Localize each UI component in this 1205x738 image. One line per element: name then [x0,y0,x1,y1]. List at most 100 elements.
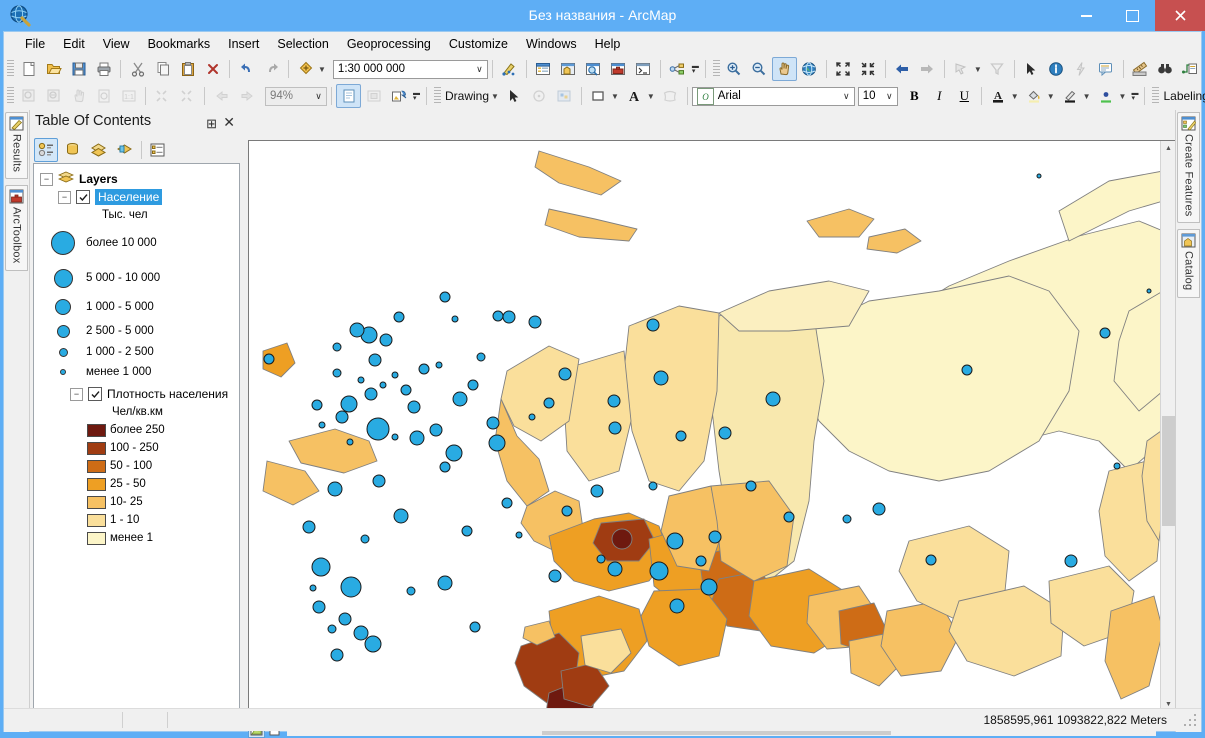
save-icon[interactable] [66,57,91,81]
resize-grip[interactable] [1183,714,1197,728]
collapse-icon[interactable]: − [40,172,53,186]
zoom-100-icon[interactable]: 1:1 [116,84,141,108]
pan-icon[interactable] [771,57,797,81]
model-builder-icon[interactable] [665,57,690,81]
menu-view[interactable]: View [94,34,139,54]
toc-options-button[interactable] [145,138,169,162]
zoom-out-icon[interactable] [747,57,772,81]
go-forward-icon[interactable] [915,57,940,81]
pin-icon[interactable]: ⊞ [206,116,217,132]
list-by-source-button[interactable] [60,138,84,162]
menu-customize[interactable]: Customize [440,34,517,54]
toolbar-grip[interactable] [712,60,720,78]
delete-icon[interactable] [200,57,225,81]
cut-icon[interactable] [125,57,150,81]
map-scale-combo[interactable]: 1:30 000 000 ∨ [332,59,488,79]
fill-color-dropdown-caret[interactable]: ▼ [1047,92,1055,101]
menu-windows[interactable]: Windows [517,34,586,54]
zoom-percent-combo[interactable]: 94% ∨ [265,86,327,106]
menu-help[interactable]: Help [586,34,630,54]
measure-icon[interactable] [1128,57,1153,81]
layer-name-naselenie[interactable]: Население [95,189,163,205]
full-extent-icon[interactable] [797,57,822,81]
list-by-selection-button[interactable] [112,138,136,162]
rotate-icon[interactable] [527,84,552,108]
layer-visibility-checkbox[interactable] [76,190,90,204]
italic-button[interactable]: I [927,84,952,108]
find-route-icon[interactable] [1178,57,1203,81]
new-rectangle-dropdown-caret[interactable]: ▼ [611,92,619,101]
fixed-zoom-out-icon[interactable] [856,57,881,81]
map-data-frame[interactable]: ▲ ▼ [248,140,1177,713]
scroll-up-icon[interactable]: ▲ [1161,141,1176,156]
python-window-icon[interactable] [631,57,656,81]
toggle-draft-mode-icon[interactable] [336,84,361,108]
tab-create-features[interactable]: Create Features [1177,112,1200,224]
maximize-button[interactable] [1109,0,1155,31]
zoom-in-icon[interactable] [722,57,747,81]
list-by-drawing-order-button[interactable] [34,138,58,162]
menu-geoprocessing[interactable]: Geoprocessing [338,34,440,54]
go-back-icon[interactable] [890,57,915,81]
collapse-icon[interactable]: − [58,190,71,204]
drawing-dropdown-caret[interactable]: ▼ [491,92,499,101]
go-back-layout-icon[interactable] [209,84,234,108]
pan-layout-icon[interactable] [66,84,91,108]
copy-icon[interactable] [150,57,175,81]
identify-icon[interactable] [1044,57,1069,81]
zoom-out-layout-icon[interactable] [41,84,66,108]
new-text-dropdown-caret[interactable]: ▼ [647,92,655,101]
fill-color-icon[interactable] [1022,84,1047,108]
map-vertical-scrollbar[interactable]: ▲ ▼ [1160,141,1176,712]
layer-name-plotnost[interactable]: Плотность населения [107,387,228,401]
close-icon[interactable]: ✕ [223,114,235,131]
tree-root-layers[interactable]: − Layers [40,170,239,188]
arctoolbox-icon[interactable] [606,57,631,81]
bold-button[interactable]: B [902,84,927,108]
redo-icon[interactable] [259,57,284,81]
hyperlink-icon[interactable] [1069,57,1094,81]
edit-vertices-icon[interactable] [552,84,577,108]
toolbar-overflow-button[interactable]: ▬ ▾ [690,58,701,80]
vertical-scroll-thumb[interactable] [1162,416,1175,526]
font-family-combo[interactable]: O Arial ∨ [691,86,855,106]
select-features-icon[interactable] [949,57,974,81]
underline-button[interactable]: U [952,84,977,108]
toolbar-grip[interactable] [1152,87,1160,105]
tab-arctoolbox[interactable]: ArcToolbox [5,185,28,271]
layer-visibility-checkbox[interactable] [88,387,102,401]
toolbar-grip[interactable] [7,87,14,105]
zoom-whole-page-icon[interactable] [91,84,116,108]
fixed-zoom-out-layout-icon[interactable] [175,84,200,108]
go-forward-layout-icon[interactable] [234,84,259,108]
focus-data-frame-icon[interactable] [361,84,386,108]
fixed-zoom-in-icon[interactable] [831,57,856,81]
new-document-icon[interactable] [16,57,41,81]
layer-item-naselenie[interactable]: − Население [40,188,239,206]
toc-tree-container[interactable]: − Layers − Население Тыс. чел более 10 0… [33,163,240,728]
chevron-down-icon[interactable]: ∨ [882,91,897,102]
add-data-icon[interactable] [293,57,318,81]
catalog-icon[interactable] [556,57,581,81]
select-elements-icon[interactable] [502,84,527,108]
minimize-button[interactable] [1063,0,1109,31]
menu-selection[interactable]: Selection [268,34,337,54]
chevron-down-icon[interactable]: ∨ [311,91,326,102]
font-color-dropdown-caret[interactable]: ▼ [1011,92,1019,101]
undo-icon[interactable] [234,57,259,81]
toolbar-grip[interactable] [7,60,14,78]
marker-color-icon[interactable] [1094,84,1119,108]
labeling-menu-label[interactable]: Labeling [1161,89,1205,103]
zoom-in-layout-icon[interactable] [16,84,41,108]
toolbar-grip[interactable] [434,87,441,105]
line-color-icon[interactable] [1058,84,1083,108]
menu-edit[interactable]: Edit [54,34,94,54]
collapse-icon[interactable]: − [70,387,83,401]
html-popup-icon[interactable] [1094,57,1119,81]
menu-file[interactable]: File [16,34,54,54]
menu-insert[interactable]: Insert [219,34,268,54]
font-size-combo[interactable]: 10 ∨ [857,86,898,106]
table-of-contents-icon[interactable] [531,57,556,81]
chevron-down-icon[interactable]: ∨ [472,64,487,75]
drawing-menu-label[interactable]: Drawing [443,89,491,103]
